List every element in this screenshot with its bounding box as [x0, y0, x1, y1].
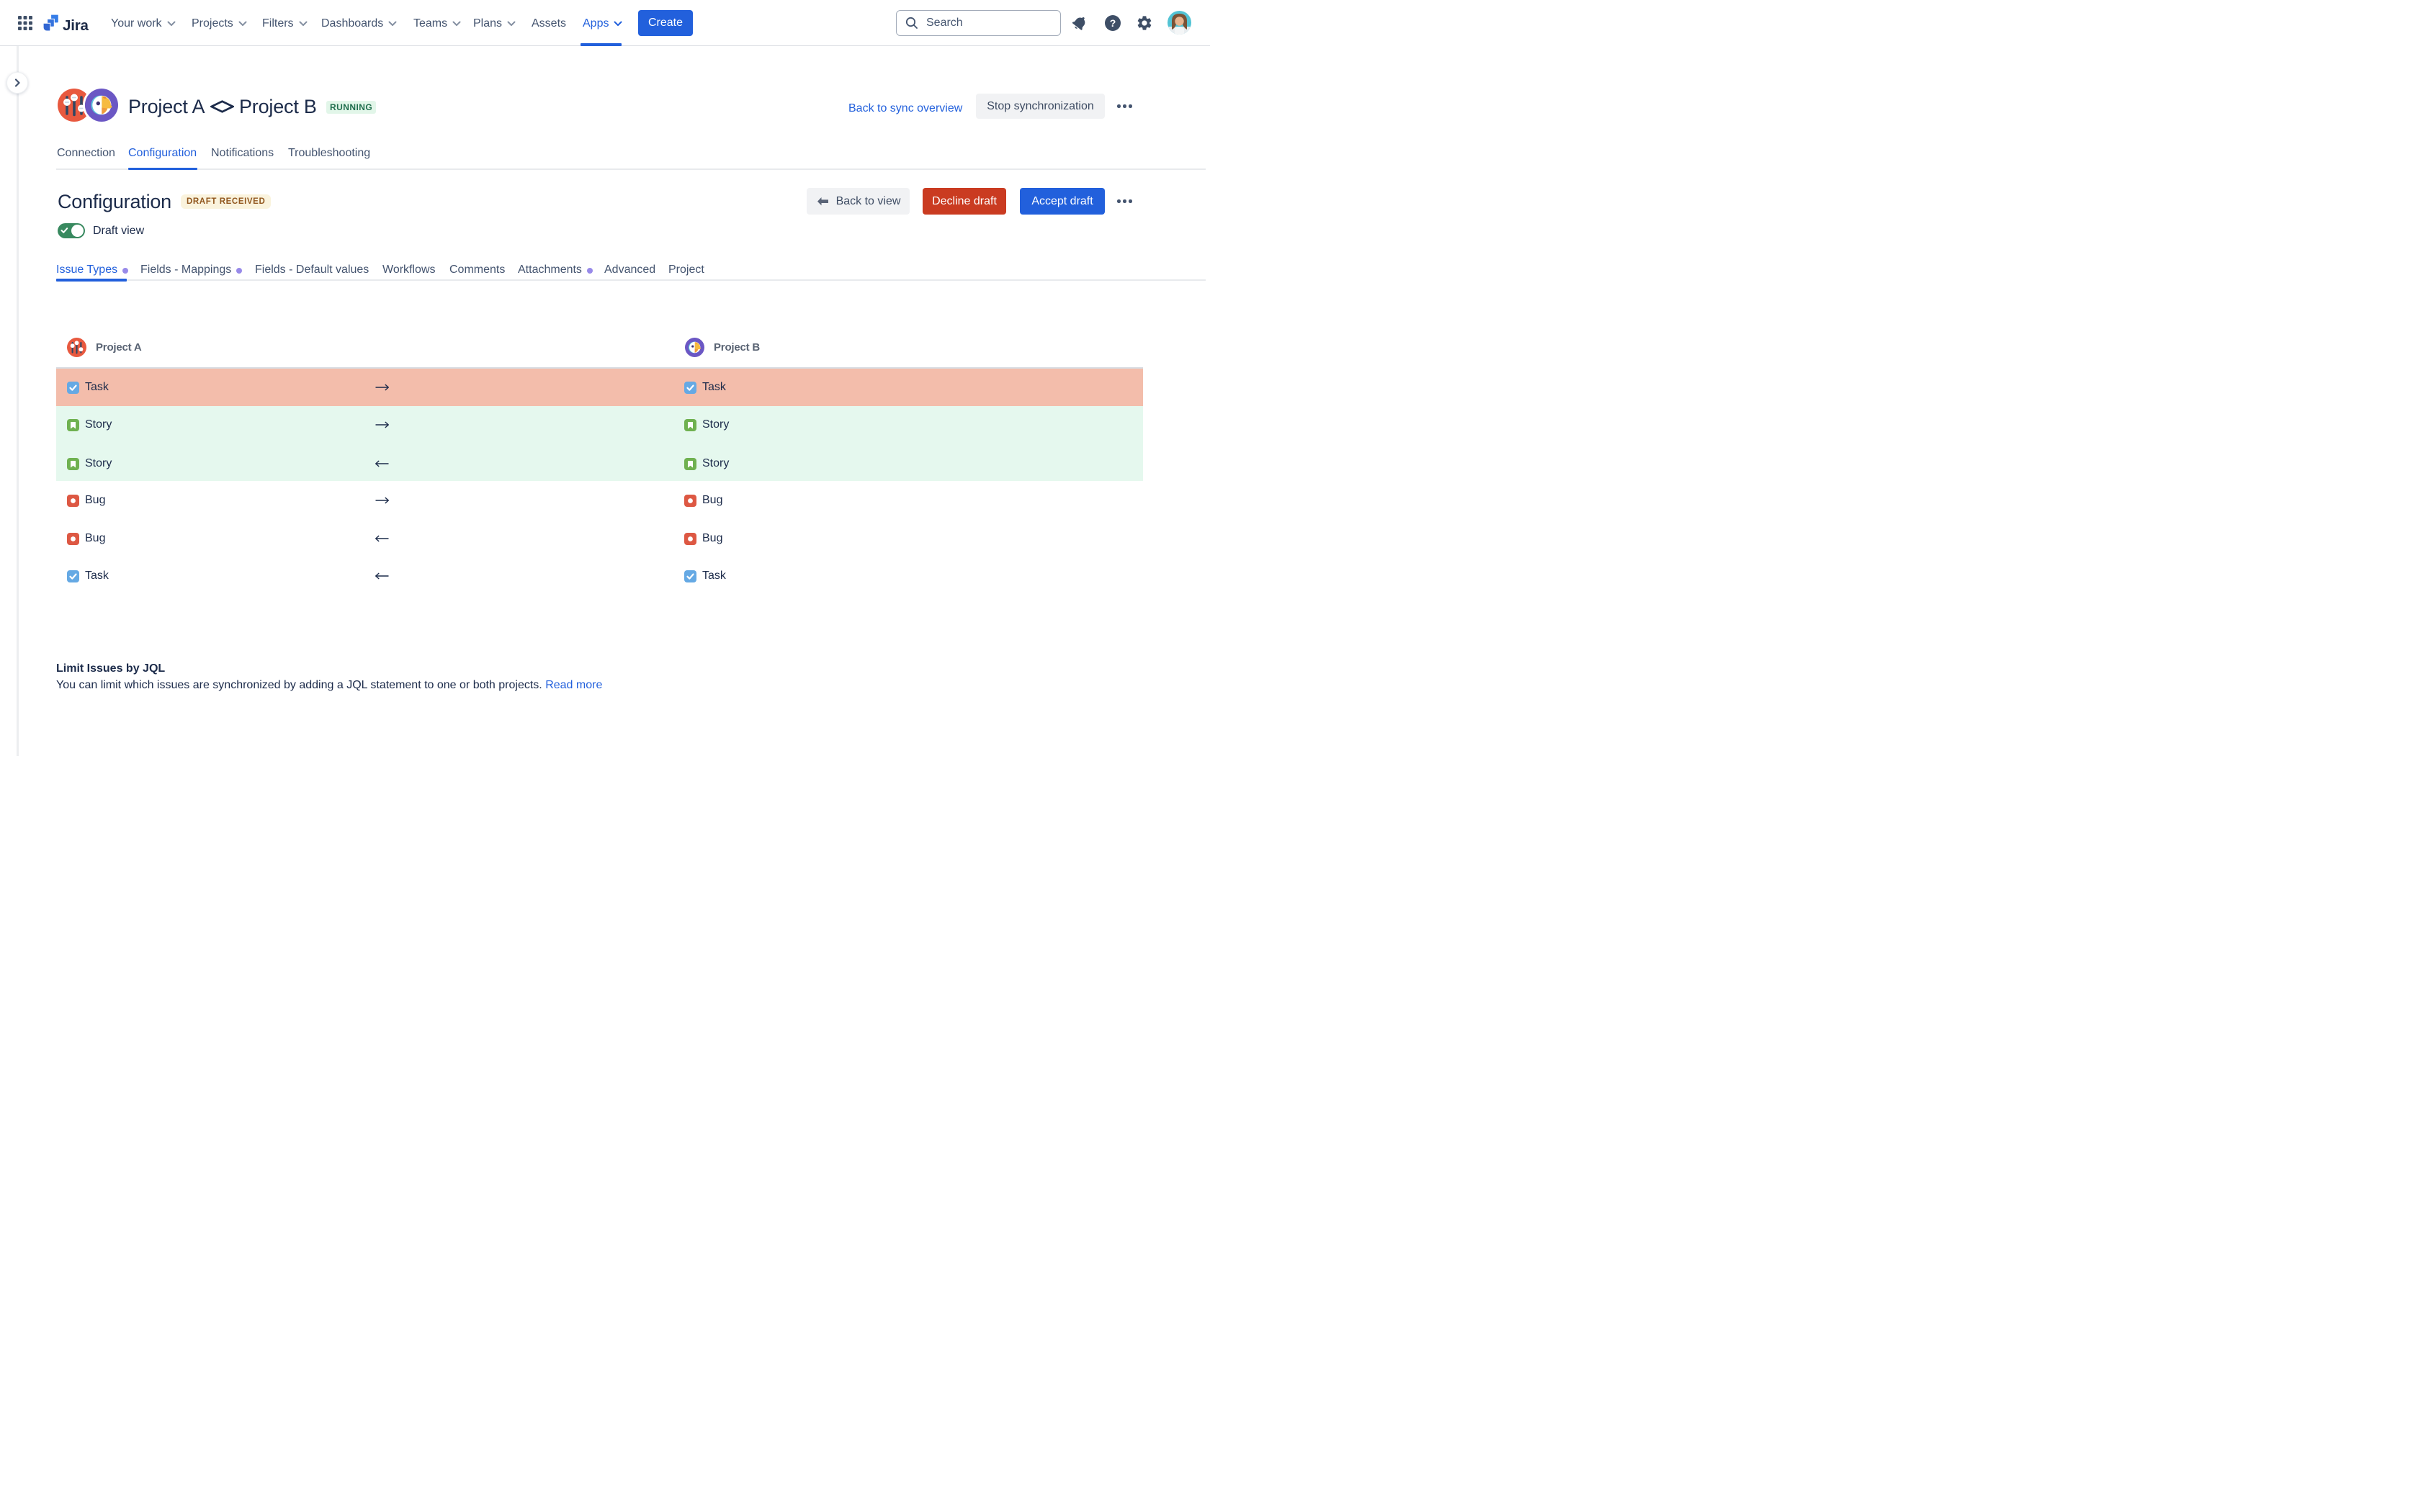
svg-text:?: ? — [1110, 17, 1116, 29]
